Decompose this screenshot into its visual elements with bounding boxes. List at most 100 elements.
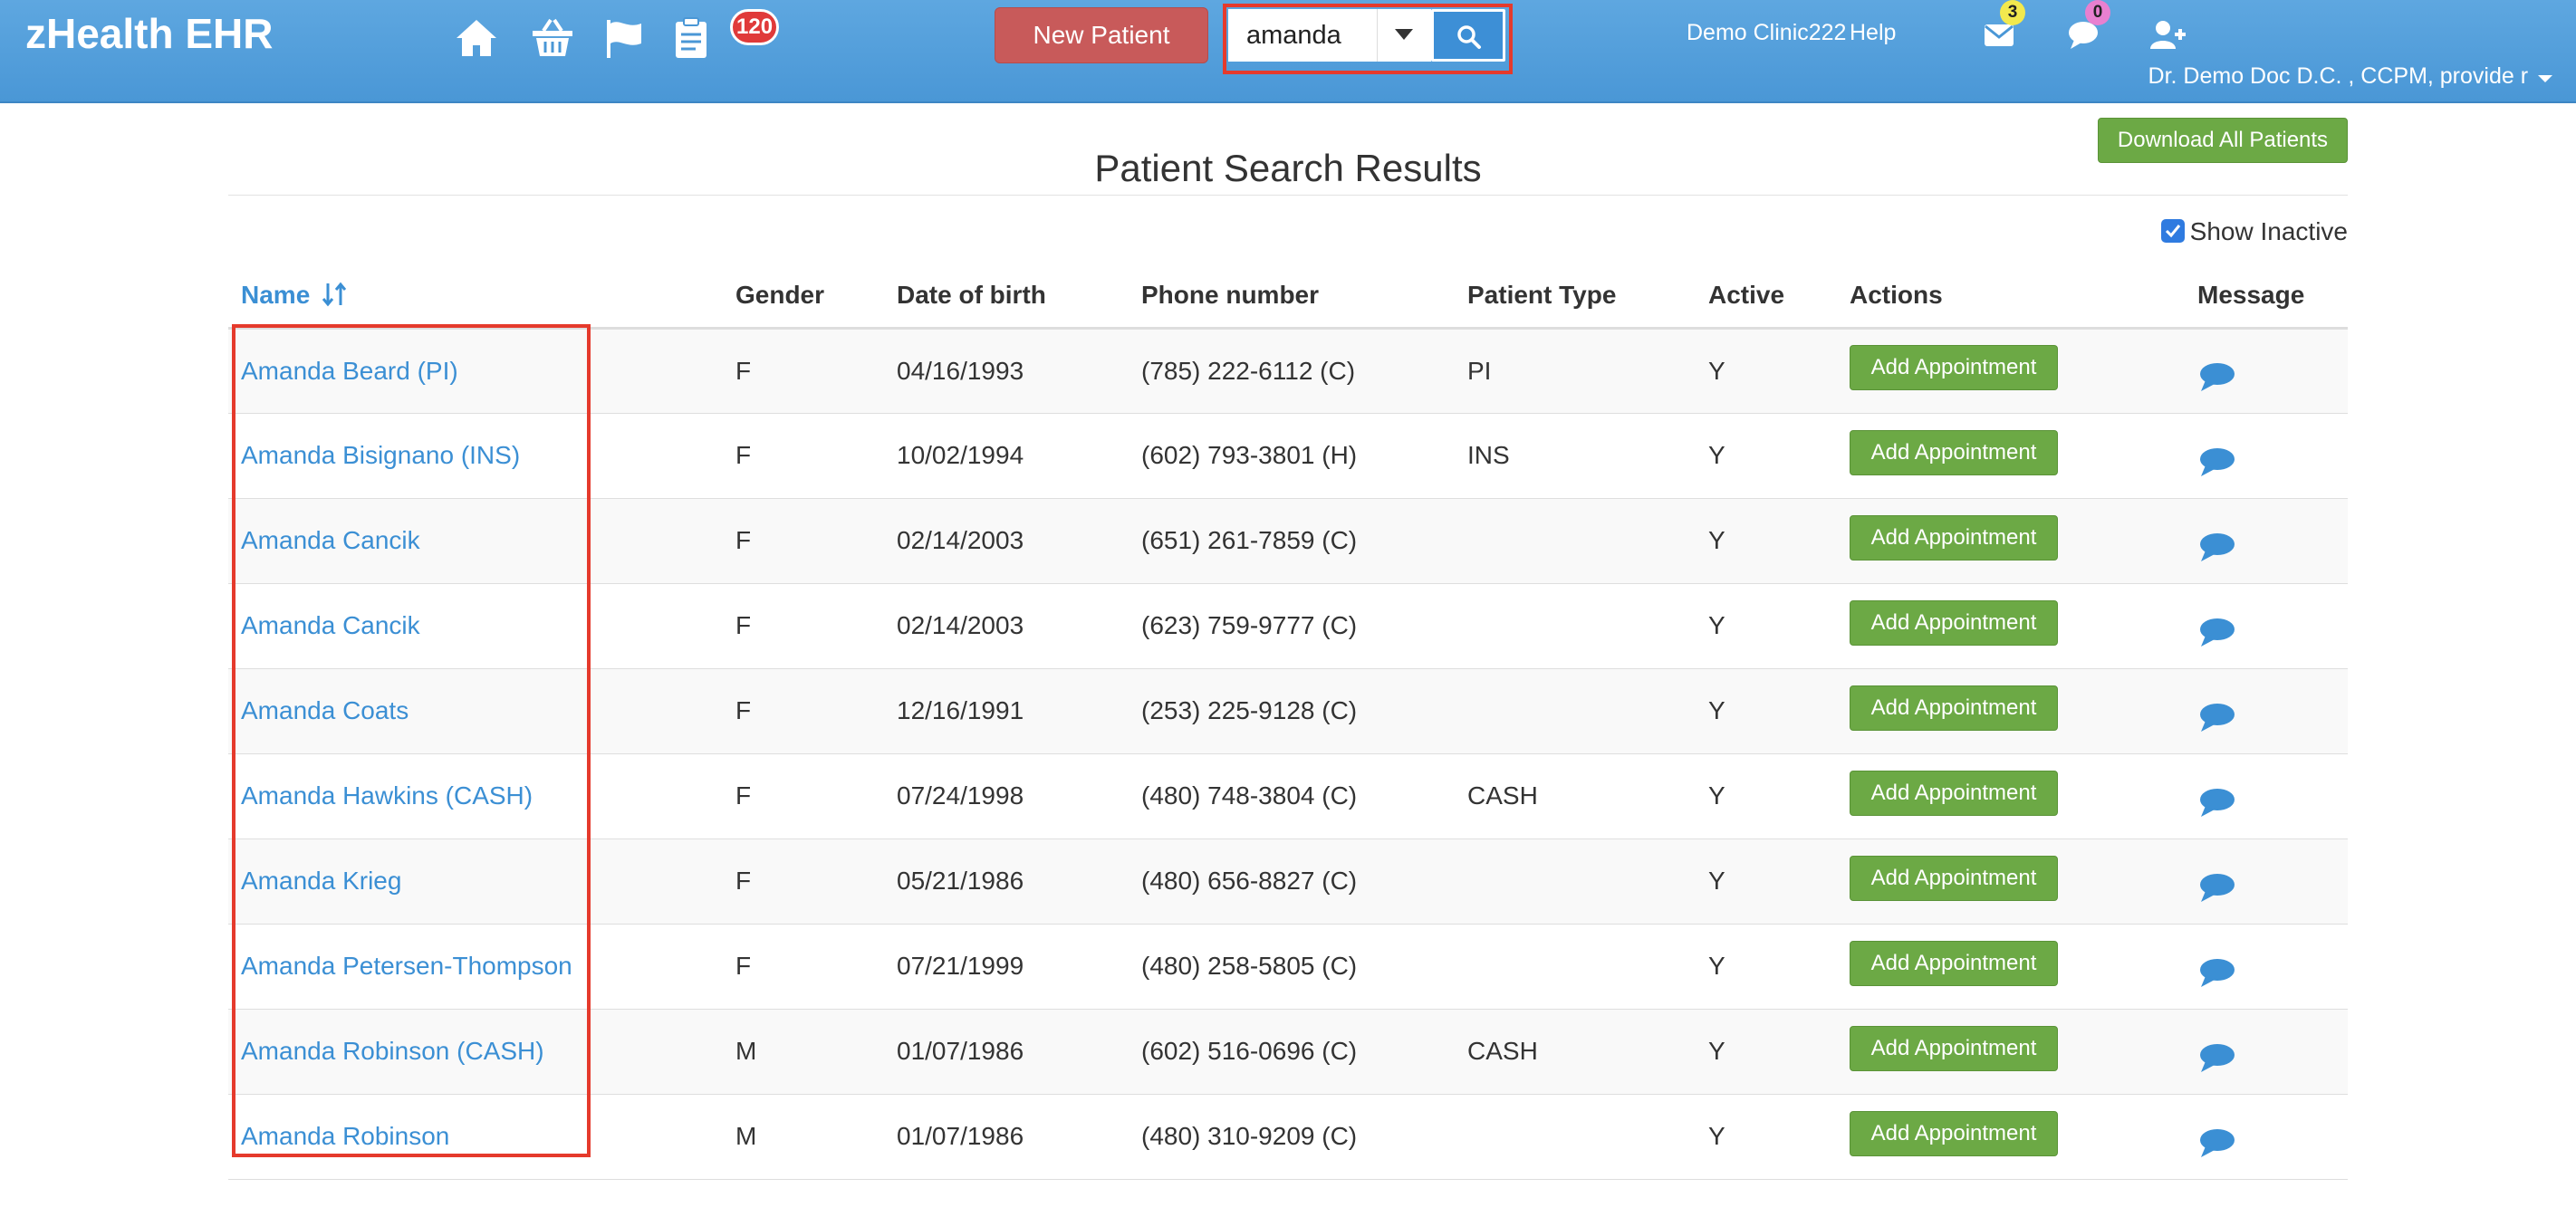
show-inactive-toggle[interactable]: Show Inactive — [2160, 217, 2348, 246]
patient-type-cell — [1455, 924, 1696, 1010]
checkmark-icon — [2165, 225, 2180, 238]
actions-cell: Add Appointment — [1837, 498, 2185, 584]
message-bubble-icon[interactable] — [2197, 1127, 2235, 1160]
actions-cell: Add Appointment — [1837, 668, 2185, 754]
page-title: Patient Search Results — [228, 123, 2348, 196]
message-cell — [2185, 498, 2348, 584]
caret-down-icon — [2538, 75, 2552, 82]
message-bubble-icon[interactable] — [2197, 872, 2235, 905]
dob-cell: 07/21/1999 — [884, 924, 1129, 1010]
phone-cell: (480) 258-5805 (C) — [1129, 924, 1455, 1010]
add-appointment-button[interactable]: Add Appointment — [1850, 940, 2058, 986]
gender-cell: F — [723, 413, 884, 499]
search-icon — [1457, 25, 1481, 49]
phone-cell: (253) 225-9128 (C) — [1129, 668, 1455, 754]
new-patient-button[interactable]: New Patient — [995, 7, 1208, 63]
home-icon[interactable] — [453, 14, 500, 62]
message-cell — [2185, 753, 2348, 839]
active-cell: Y — [1696, 1009, 1837, 1095]
active-cell: Y — [1696, 924, 1837, 1010]
basket-icon[interactable] — [529, 14, 576, 62]
name-column-highlight-box — [232, 324, 591, 1157]
message-bubble-icon[interactable] — [2197, 532, 2235, 564]
patient-type-cell — [1455, 1094, 1696, 1180]
active-cell: Y — [1696, 328, 1837, 414]
brand-logo[interactable]: zHealth EHR — [25, 9, 273, 58]
message-bubble-icon[interactable] — [2197, 361, 2235, 394]
gender-cell: F — [723, 498, 884, 584]
dob-cell: 01/07/1986 — [884, 1094, 1129, 1180]
gender-cell: F — [723, 924, 884, 1010]
add-appointment-button[interactable]: Add Appointment — [1850, 1110, 2058, 1156]
dob-cell: 07/24/1998 — [884, 753, 1129, 839]
actions-cell: Add Appointment — [1837, 413, 2185, 499]
message-cell — [2185, 328, 2348, 414]
flag-icon[interactable] — [601, 14, 649, 62]
add-appointment-button[interactable]: Add Appointment — [1850, 514, 2058, 561]
message-bubble-icon[interactable] — [2197, 957, 2235, 990]
add-appointment-button[interactable]: Add Appointment — [1850, 770, 2058, 816]
actions-cell: Add Appointment — [1837, 838, 2185, 925]
gender-cell: F — [723, 328, 884, 414]
gender-cell: F — [723, 753, 884, 839]
column-header-dob: Date of birth — [884, 264, 1129, 330]
gender-cell: F — [723, 583, 884, 669]
phone-cell: (785) 222-6112 (C) — [1129, 328, 1455, 414]
message-cell — [2185, 583, 2348, 669]
actions-cell: Add Appointment — [1837, 583, 2185, 669]
phone-cell: (480) 656-8827 (C) — [1129, 838, 1455, 925]
add-appointment-button[interactable]: Add Appointment — [1850, 1025, 2058, 1071]
message-bubble-icon[interactable] — [2197, 446, 2235, 479]
patient-type-cell — [1455, 838, 1696, 925]
column-header-message: Message — [2185, 264, 2348, 330]
active-cell: Y — [1696, 498, 1837, 584]
dob-cell: 10/02/1994 — [884, 413, 1129, 499]
phone-cell: (602) 793-3801 (H) — [1129, 413, 1455, 499]
message-bubble-icon[interactable] — [2197, 702, 2235, 734]
patient-type-cell: PI — [1455, 328, 1696, 414]
message-bubble-icon[interactable] — [2197, 617, 2235, 649]
active-cell: Y — [1696, 413, 1837, 499]
caret-down-icon — [1395, 29, 1413, 40]
dob-cell: 12/16/1991 — [884, 668, 1129, 754]
tasks-badge: 120 — [730, 9, 780, 45]
add-appointment-button[interactable]: Add Appointment — [1850, 599, 2058, 646]
message-cell — [2185, 1094, 2348, 1180]
patient-type-cell: INS — [1455, 413, 1696, 499]
mail-count-badge: 3 — [2000, 0, 2025, 25]
search-button[interactable] — [1431, 9, 1505, 62]
active-cell: Y — [1696, 583, 1837, 669]
add-appointment-button[interactable]: Add Appointment — [1850, 345, 2058, 390]
dob-cell: 02/14/2003 — [884, 498, 1129, 584]
phone-cell: (602) 516-0696 (C) — [1129, 1009, 1455, 1095]
help-link[interactable]: Help — [1850, 20, 1896, 46]
column-header-actions: Actions — [1837, 264, 2185, 330]
show-inactive-checkbox[interactable] — [2160, 219, 2185, 243]
phone-cell: (480) 748-3804 (C) — [1129, 753, 1455, 839]
dob-cell: 05/21/1986 — [884, 838, 1129, 925]
actions-cell: Add Appointment — [1837, 328, 2185, 414]
download-all-patients-button[interactable]: Download All Patients — [2098, 118, 2348, 163]
search-filter-dropdown[interactable] — [1377, 9, 1431, 62]
clipboard-icon[interactable] — [668, 14, 716, 62]
actions-cell: Add Appointment — [1837, 924, 2185, 1010]
sort-icon — [322, 282, 347, 307]
search-input[interactable] — [1228, 9, 1377, 62]
add-appointment-button[interactable]: Add Appointment — [1850, 855, 2058, 901]
message-bubble-icon[interactable] — [2197, 1042, 2235, 1075]
message-bubble-icon[interactable] — [2197, 787, 2235, 819]
phone-cell: (480) 310-9209 (C) — [1129, 1094, 1455, 1180]
gender-cell: M — [723, 1094, 884, 1180]
add-user-icon[interactable] — [2150, 16, 2187, 53]
message-cell — [2185, 924, 2348, 1010]
clinic-selector[interactable]: Demo Clinic222 — [1687, 20, 1846, 46]
add-appointment-button[interactable]: Add Appointment — [1850, 685, 2058, 731]
add-appointment-button[interactable]: Add Appointment — [1850, 429, 2058, 475]
user-menu[interactable]: Dr. Demo Doc D.C. , CCPM, provide r — [2148, 63, 2552, 90]
column-header-name[interactable]: Name — [228, 264, 723, 330]
patient-type-cell: CASH — [1455, 753, 1696, 839]
active-cell: Y — [1696, 838, 1837, 925]
column-header-gender: Gender — [723, 264, 884, 330]
gender-cell: M — [723, 1009, 884, 1095]
active-cell: Y — [1696, 1094, 1837, 1180]
